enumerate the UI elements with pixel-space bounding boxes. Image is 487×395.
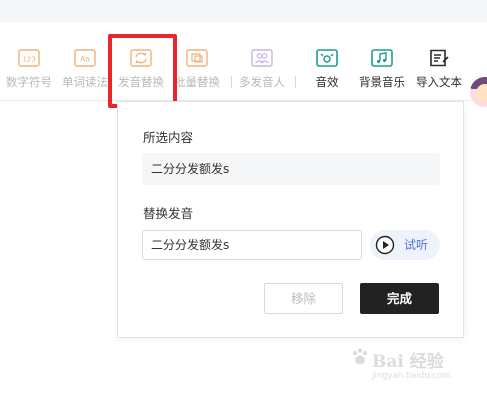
batch-replace-icon: [186, 49, 208, 67]
pronunciation-replace-panel: 所选内容 二分分发额发s 替换发音 二分分发额发s 试听 移除 完成: [117, 101, 464, 338]
toolbar-divider: [231, 76, 232, 88]
multi-speaker-icon: [251, 49, 273, 67]
selected-content-value: 二分分发额发s: [142, 153, 440, 185]
sound-effect-label: 音效: [315, 75, 339, 89]
baidu-watermark: Bai 经验 jingyan.baidu.com: [350, 343, 470, 391]
batch-replace-label: 批量替换: [174, 75, 220, 89]
done-button[interactable]: 完成: [360, 283, 439, 314]
paw-icon: [352, 348, 368, 365]
import-text-label: 导入文本: [416, 75, 462, 89]
multi-speaker-label: 多发音人: [239, 75, 285, 89]
toolbar-divider: [295, 76, 296, 88]
sound-effect-icon: [316, 49, 338, 67]
user-avatar[interactable]: [470, 77, 487, 107]
avatar-face: [476, 84, 487, 102]
sound-effect-tool[interactable]: 音效: [307, 49, 347, 90]
selected-content-title: 所选内容: [143, 130, 194, 145]
watermark-url: jingyan.baidu.com: [372, 371, 451, 381]
multi-speaker-tool[interactable]: 多发音人: [237, 49, 287, 90]
play-icon: [375, 235, 395, 255]
number-123-icon: 123: [18, 49, 40, 67]
watermark-text: Bai 经验: [372, 352, 444, 372]
word-reading-label: 单词读法: [62, 75, 108, 89]
replace-pronunciation-title: 替换发音: [143, 206, 194, 221]
number-symbol-label: 数字符号: [6, 75, 52, 89]
import-text-tool[interactable]: 导入文本: [413, 49, 465, 90]
background-music-icon: [371, 49, 393, 67]
listen-label: 试听: [404, 238, 429, 252]
word-reading-icon: Aa: [74, 49, 96, 67]
number-symbol-tool[interactable]: 123 数字符号: [4, 49, 54, 90]
replace-pronunciation-input[interactable]: 二分分发额发s: [142, 230, 362, 260]
listen-button[interactable]: 试听: [370, 230, 440, 260]
background-music-tool[interactable]: 背景音乐: [356, 49, 408, 90]
svg-text:123: 123: [22, 56, 35, 64]
word-reading-tool[interactable]: Aa 单词读法: [60, 49, 110, 90]
red-highlight-box: [108, 34, 177, 108]
remove-button[interactable]: 移除: [264, 283, 343, 314]
toolbar: 123 数字符号 Aa 单词读法 发音替换 批量替换 多发音人 音效 背景音乐 …: [0, 22, 487, 107]
background-music-label: 背景音乐: [359, 75, 405, 89]
batch-replace-tool[interactable]: 批量替换: [172, 49, 222, 90]
import-text-icon: [430, 49, 449, 67]
svg-text:Aa: Aa: [80, 55, 90, 64]
window-top-strip: [0, 0, 487, 23]
